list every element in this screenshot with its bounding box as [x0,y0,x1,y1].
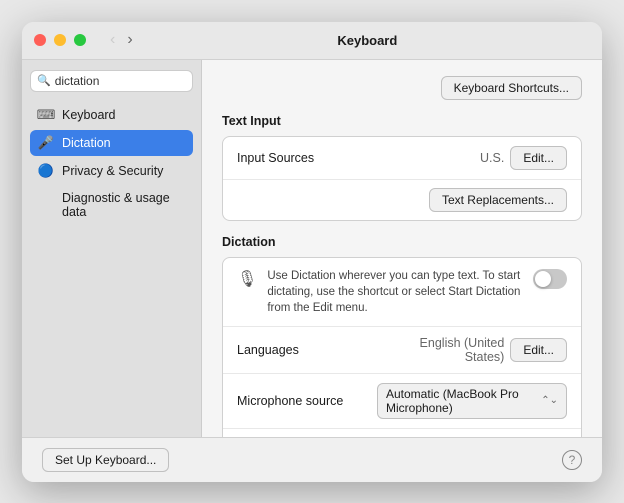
sidebar-item-diagnostic-label: Diagnostic & usage data [62,191,185,219]
keyboard-shortcuts-button[interactable]: Keyboard Shortcuts... [441,76,582,100]
dictation-description: Use Dictation wherever you can type text… [267,268,523,316]
maximize-button[interactable] [74,34,86,46]
input-sources-edit-button[interactable]: Edit... [510,146,567,170]
languages-value: English (United States) [377,336,504,364]
titlebar: ‹ › Keyboard [22,22,602,60]
text-replacements-row: Text Replacements... [223,180,581,220]
minimize-button[interactable] [54,34,66,46]
dictation-section-title: Dictation [222,235,582,249]
microphone-value: Automatic (MacBook Pro Microphone) [386,387,537,415]
main-content: Keyboard Shortcuts... Text Input Input S… [202,60,602,437]
nav-arrows: ‹ › [106,29,137,51]
window-title: Keyboard [145,33,590,48]
shortcut-row: Shortcut Press 🎤 ⌃⌄ [223,429,581,437]
mic-icon: 🎙 [237,269,257,289]
microphone-label: Microphone source [237,394,377,408]
sidebar-item-keyboard[interactable]: ⌨ Keyboard [30,102,193,128]
sidebar-item-dictation-label: Dictation [62,136,111,150]
bottom-bar: Set Up Keyboard... ? [22,437,602,482]
dictation-icon: 🎤 [38,135,54,151]
diagnostic-icon [38,197,54,213]
sidebar-item-dictation[interactable]: 🎤 Dictation [30,130,193,156]
setup-keyboard-button[interactable]: Set Up Keyboard... [42,448,169,472]
forward-button[interactable]: › [123,29,136,51]
close-button[interactable] [34,34,46,46]
search-input[interactable] [55,74,210,88]
text-input-section-title: Text Input [222,114,582,128]
dictation-toggle[interactable] [533,269,567,289]
sidebar: 🔍 ✕ ⌨ Keyboard 🎤 Dictation 🔵 Privacy & S… [22,60,202,437]
languages-edit-button[interactable]: Edit... [510,338,567,362]
help-button[interactable]: ? [562,450,582,470]
sidebar-item-privacy-label: Privacy & Security [62,164,163,178]
main-window: ‹ › Keyboard 🔍 ✕ ⌨ Keyboard 🎤 Dictation … [22,22,602,482]
microphone-chevron-icon: ⌃⌄ [541,395,558,406]
languages-row: Languages English (United States) Edit..… [223,327,581,374]
dictation-section: 🎙 Use Dictation wherever you can type te… [222,257,582,437]
microphone-select[interactable]: Automatic (MacBook Pro Microphone) ⌃⌄ [377,383,567,419]
input-sources-label: Input Sources [237,151,377,165]
back-button[interactable]: ‹ [106,29,119,51]
text-replacements-button[interactable]: Text Replacements... [429,188,567,212]
privacy-icon: 🔵 [38,163,54,179]
keyboard-icon: ⌨ [38,107,54,123]
sidebar-item-keyboard-label: Keyboard [62,108,116,122]
sidebar-item-diagnostic[interactable]: Diagnostic & usage data [30,186,193,224]
dictation-toggle-row: 🎙 Use Dictation wherever you can type te… [223,258,581,327]
top-bar: Keyboard Shortcuts... [222,76,582,100]
microphone-row: Microphone source Automatic (MacBook Pro… [223,374,581,429]
input-sources-value: U.S. [377,151,504,165]
input-sources-row: Input Sources U.S. Edit... [223,137,581,180]
text-input-section: Input Sources U.S. Edit... Text Replacem… [222,136,582,221]
languages-label: Languages [237,343,377,357]
content-area: 🔍 ✕ ⌨ Keyboard 🎤 Dictation 🔵 Privacy & S… [22,60,602,437]
search-box[interactable]: 🔍 ✕ [30,70,193,92]
sidebar-item-privacy[interactable]: 🔵 Privacy & Security [30,158,193,184]
search-icon: 🔍 [37,74,51,87]
